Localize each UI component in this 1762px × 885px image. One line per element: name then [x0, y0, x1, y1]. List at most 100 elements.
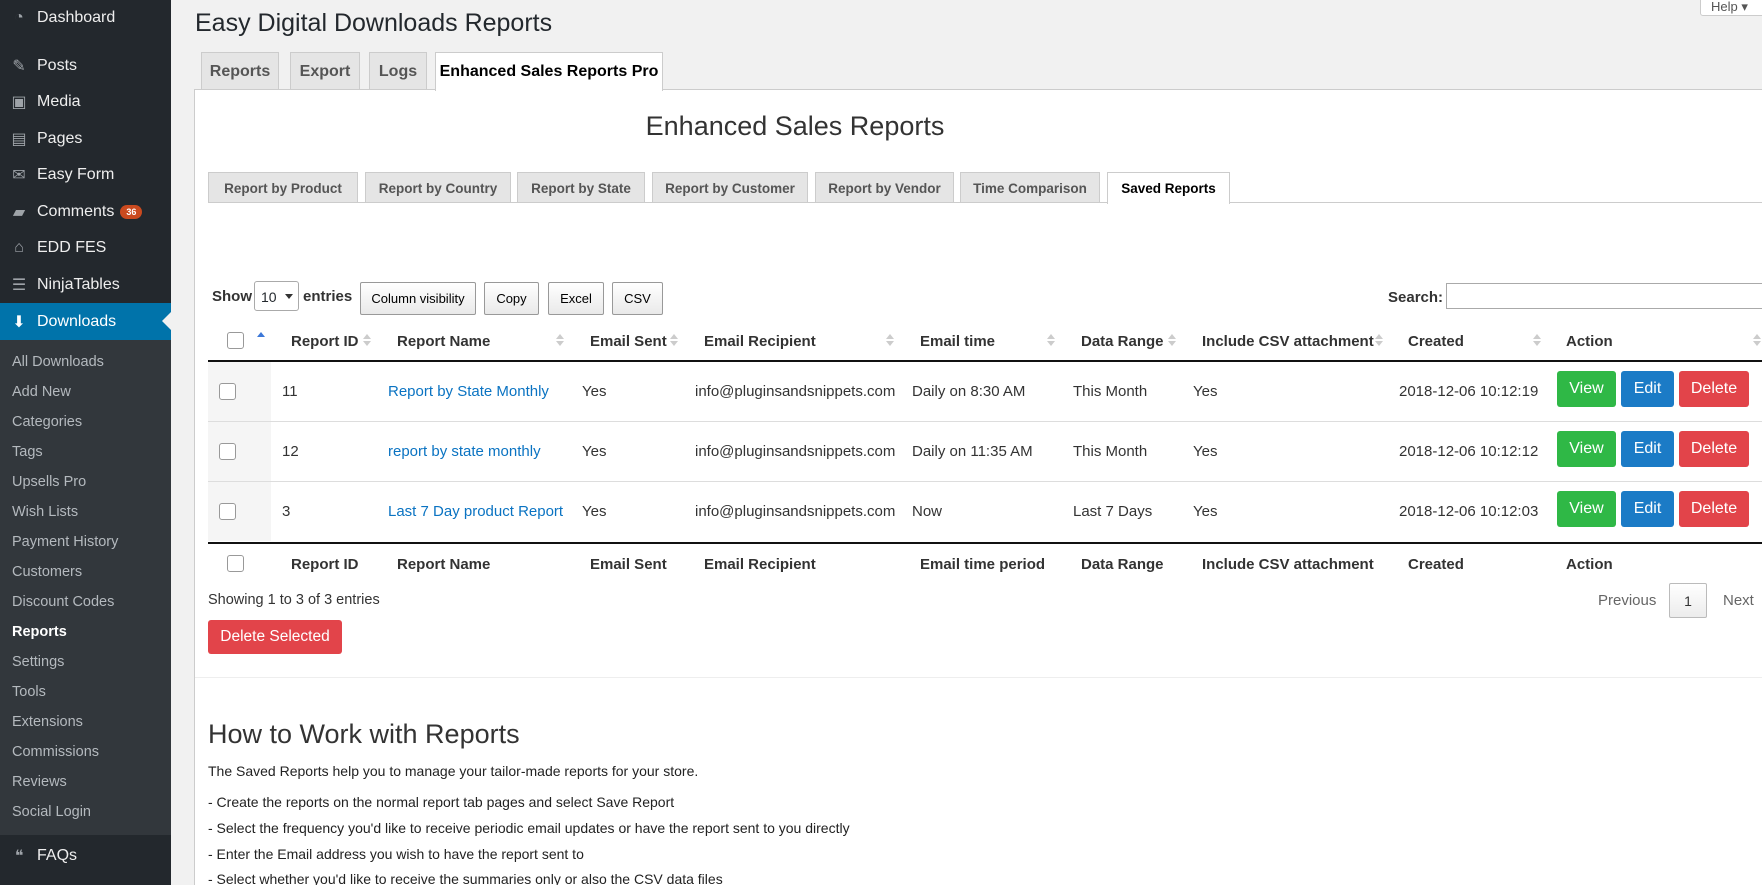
excel-button[interactable]: Excel — [548, 282, 604, 315]
header-email-recipient[interactable]: Email Recipient — [704, 333, 816, 350]
menu-item-downloads[interactable]: ⬇ Downloads — [0, 303, 171, 341]
subtab-report-by-country[interactable]: Report by Country — [365, 172, 511, 203]
sort-icon[interactable] — [1168, 334, 1176, 346]
report-name-link[interactable]: Last 7 Day product Report — [388, 503, 563, 520]
menu-label: FAQs — [37, 847, 78, 864]
row-checkbox[interactable] — [219, 503, 236, 520]
sort-icon[interactable] — [1533, 334, 1541, 346]
tab-enhanced-sales-reports-pro[interactable]: Enhanced Sales Reports Pro — [435, 52, 663, 91]
subtab-report-by-state[interactable]: Report by State — [517, 172, 645, 203]
header-report-name[interactable]: Report Name — [397, 333, 490, 350]
help-label: Help — [1711, 0, 1738, 14]
view-button[interactable]: View — [1557, 371, 1616, 407]
delete-button[interactable]: Delete — [1679, 371, 1749, 407]
subtab-report-by-customer[interactable]: Report by Customer — [652, 172, 808, 203]
menu-item-comments[interactable]: ▰ Comments 36 — [0, 194, 171, 230]
pagination-next[interactable]: Next — [1723, 592, 1754, 609]
tab-logs[interactable]: Logs — [369, 52, 427, 90]
sort-icon[interactable] — [670, 334, 678, 346]
sort-icon[interactable] — [886, 334, 894, 346]
submenu-tags[interactable]: Tags — [12, 444, 43, 460]
tab-export[interactable]: Export — [290, 52, 360, 90]
select-all-checkbox[interactable] — [227, 332, 244, 349]
edit-button[interactable]: Edit — [1621, 431, 1674, 467]
submenu-commissions[interactable]: Commissions — [12, 744, 99, 760]
submenu-reviews[interactable]: Reviews — [12, 774, 67, 790]
submenu-add-new[interactable]: Add New — [12, 384, 71, 400]
footer-email-sent: Email Sent — [590, 556, 667, 573]
submenu-customers[interactable]: Customers — [12, 564, 82, 580]
submenu-upsells-pro[interactable]: Upsells Pro — [12, 474, 86, 490]
cell-email-recipient: info@pluginsandsnippets.com — [695, 443, 896, 460]
sort-asc-icon[interactable] — [257, 332, 265, 344]
delete-button[interactable]: Delete — [1679, 431, 1749, 467]
comments-count-badge: 36 — [120, 205, 143, 219]
media-icon: ▣ — [11, 94, 27, 111]
header-include-csv[interactable]: Include CSV attachment — [1202, 333, 1374, 350]
report-name-link[interactable]: Report by State Monthly — [388, 383, 549, 400]
sort-icon[interactable] — [1047, 334, 1055, 346]
help-tab-button[interactable]: Help ▾ — [1700, 0, 1762, 16]
subtab-report-by-product[interactable]: Report by Product — [208, 172, 358, 203]
submenu-wish-lists[interactable]: Wish Lists — [12, 504, 78, 520]
delete-selected-button[interactable]: Delete Selected — [208, 620, 342, 654]
submenu-settings[interactable]: Settings — [12, 654, 64, 670]
cell-report-name: report by state monthly — [388, 443, 541, 460]
footer-select-all-checkbox[interactable] — [227, 555, 244, 572]
subtab-report-by-vendor[interactable]: Report by Vendor — [815, 172, 954, 203]
report-name-link[interactable]: report by state monthly — [388, 443, 541, 460]
view-button[interactable]: View — [1557, 491, 1616, 527]
edit-button[interactable]: Edit — [1621, 371, 1674, 407]
table-footer-rule — [208, 542, 1762, 544]
submenu-categories[interactable]: Categories — [12, 414, 82, 430]
sort-icon[interactable] — [1375, 334, 1383, 346]
submenu-payment-history[interactable]: Payment History — [12, 534, 118, 550]
column-visibility-button[interactable]: Column visibility — [360, 282, 476, 315]
header-created[interactable]: Created — [1408, 333, 1464, 350]
entries-length-select[interactable]: 10 — [254, 281, 299, 311]
sort-icon[interactable] — [1753, 334, 1761, 346]
subtab-saved-reports[interactable]: Saved Reports — [1107, 172, 1230, 204]
menu-label: Posts — [37, 57, 78, 74]
submenu-all-downloads[interactable]: All Downloads — [12, 354, 104, 370]
view-button[interactable]: View — [1557, 431, 1616, 467]
tab-reports[interactable]: Reports — [201, 52, 279, 90]
header-email-time[interactable]: Email time — [920, 333, 995, 350]
header-report-id[interactable]: Report ID — [291, 333, 359, 350]
cell-created: 2018-12-06 10:12:12 — [1399, 443, 1539, 460]
sort-icon[interactable] — [556, 334, 564, 346]
footer-include-csv: Include CSV attachment — [1202, 556, 1374, 573]
submenu-tools[interactable]: Tools — [12, 684, 46, 700]
menu-item-dashboard[interactable]: ◔ Dashboard — [0, 0, 171, 36]
cell-email-time: Now — [912, 503, 943, 520]
pagination-page[interactable]: 1 — [1669, 583, 1707, 618]
submenu-discount-codes[interactable]: Discount Codes — [12, 594, 114, 610]
menu-item-easy-form[interactable]: ✉ Easy Form — [0, 157, 171, 193]
delete-button[interactable]: Delete — [1679, 491, 1749, 527]
edit-button[interactable]: Edit — [1621, 491, 1674, 527]
submenu-reports[interactable]: Reports — [12, 624, 67, 640]
header-email-sent[interactable]: Email Sent — [590, 333, 667, 350]
submenu-extensions[interactable]: Extensions — [12, 714, 83, 730]
subtab-time-comparison[interactable]: Time Comparison — [960, 172, 1100, 203]
footer-report-id: Report ID — [291, 556, 359, 573]
footer-data-range: Data Range — [1081, 556, 1164, 573]
pin-icon: ✎ — [12, 58, 26, 75]
sort-icon[interactable] — [363, 334, 371, 346]
menu-item-ninjatables[interactable]: ☰ NinjaTables — [0, 267, 171, 303]
menu-item-faqs[interactable]: ❝ FAQs — [0, 838, 171, 874]
menu-item-edd-fes[interactable]: ⌂ EDD FES — [0, 230, 171, 266]
pagination-previous[interactable]: Previous — [1598, 592, 1656, 609]
search-input[interactable] — [1446, 283, 1762, 309]
header-data-range[interactable]: Data Range — [1081, 333, 1164, 350]
entries-label: entries — [303, 288, 353, 305]
submenu-social-login[interactable]: Social Login — [12, 804, 91, 820]
row-checkbox[interactable] — [219, 443, 236, 460]
copy-button[interactable]: Copy — [484, 282, 539, 315]
csv-button[interactable]: CSV — [612, 282, 663, 315]
section-divider — [195, 677, 1762, 678]
menu-item-posts[interactable]: ✎ Posts — [0, 48, 171, 84]
help-step: - Create the reports on the normal repor… — [208, 794, 675, 810]
menu-label: Dashboard — [37, 9, 116, 26]
row-checkbox[interactable] — [219, 383, 236, 400]
